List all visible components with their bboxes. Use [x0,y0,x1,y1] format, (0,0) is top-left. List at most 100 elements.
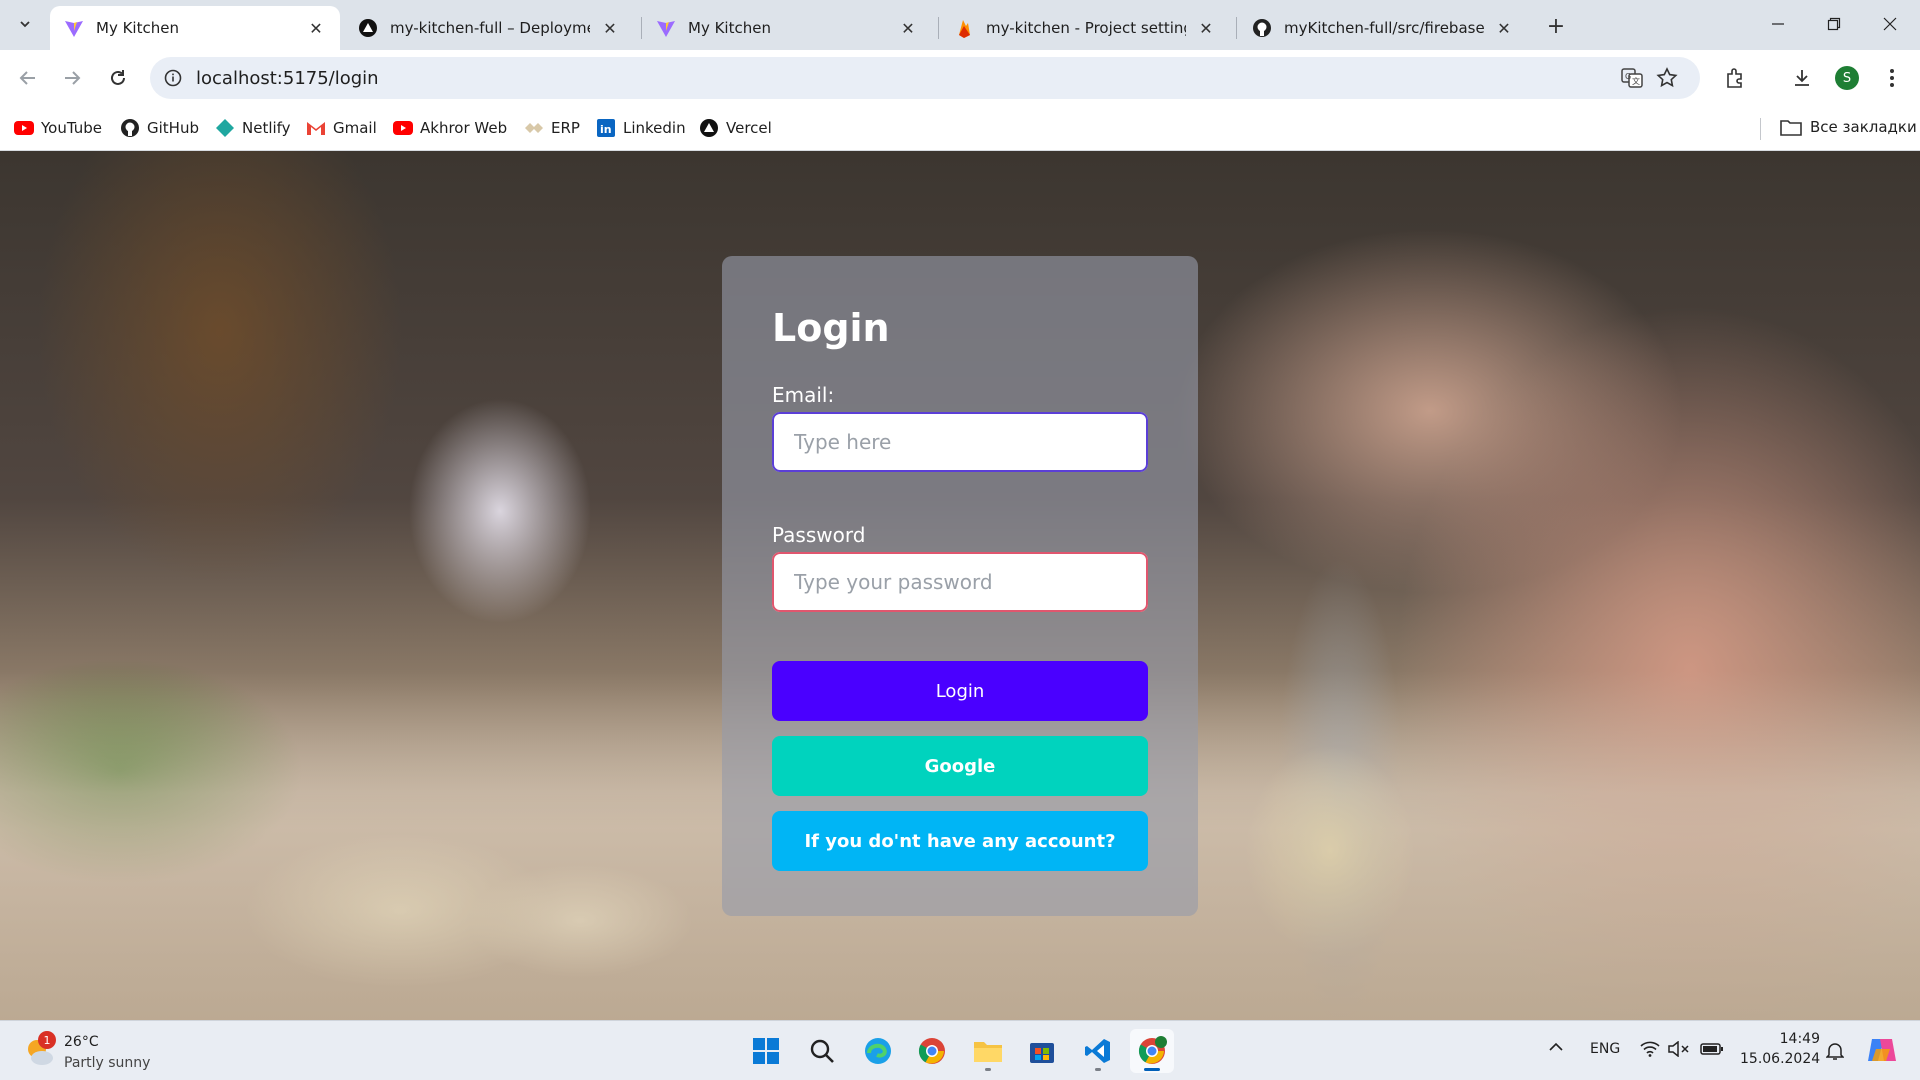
wifi-icon[interactable] [1640,1041,1660,1061]
close-icon[interactable]: ✕ [306,18,326,38]
close-icon[interactable]: ✕ [898,18,918,38]
site-info-icon[interactable] [160,65,186,91]
svg-text:文: 文 [1632,76,1640,86]
tray-overflow-button[interactable] [1548,1041,1564,1057]
bookmark-label: Linkedin [623,119,686,137]
bookmark-label: Akhror Web [420,119,508,137]
browser-toolbar: localhost:5175/login G文 S [0,50,1920,106]
vercel-icon [699,118,719,138]
bookmark-label: GitHub [147,119,199,137]
close-icon[interactable]: ✕ [1196,18,1216,38]
reload-button[interactable] [100,60,136,96]
password-field[interactable] [772,552,1148,612]
tab-vercel-deployment[interactable]: my-kitchen-full – Deployment C ✕ [344,6,634,50]
close-icon [1883,17,1897,31]
bookmark-label: Gmail [333,119,377,137]
weather-badge: 1 [38,1031,56,1049]
star-bookmark-icon[interactable] [1655,66,1679,90]
weather-widget[interactable]: 1 26°C Partly sunny [22,1029,212,1075]
notification-bell-icon[interactable] [1825,1041,1845,1065]
firebase-icon [954,18,974,38]
volume-muted-icon[interactable] [1668,1040,1690,1061]
close-icon[interactable]: ✕ [600,18,620,38]
vite-icon [64,18,84,38]
download-icon[interactable] [1788,64,1816,92]
clock[interactable]: 14:49 15.06.2024 [1740,1029,1820,1069]
close-window-button[interactable] [1862,6,1918,42]
chrome-profile-button[interactable] [1130,1029,1174,1073]
bookmark-linkedin[interactable]: in Linkedin [596,117,686,139]
bookmark-erp[interactable]: ERP [524,117,580,139]
register-link-button[interactable]: If you do'nt have any account? [772,811,1148,871]
url-text[interactable]: localhost:5175/login [196,68,379,89]
tab-firebase-settings[interactable]: my-kitchen - Project settings - ( ✕ [940,6,1230,50]
email-label: Email: [772,383,835,407]
translate-icon[interactable]: G文 [1620,66,1644,90]
chrome-profile-icon [1138,1036,1167,1064]
address-bar[interactable]: localhost:5175/login G文 [150,57,1700,99]
tab-search-button[interactable] [11,10,39,38]
chevron-down-icon [20,21,30,28]
reload-icon [111,70,125,85]
battery-icon[interactable] [1700,1041,1724,1061]
tab-title: myKitchen-full/src/firebase/fire [1284,19,1484,37]
profile-avatar[interactable]: S [1835,66,1859,90]
running-indicator [985,1068,991,1071]
login-button[interactable]: Login [772,661,1148,721]
file-explorer-icon [974,1042,1002,1062]
tab-my-kitchen[interactable]: My Kitchen ✕ [642,6,932,50]
windows-start-button[interactable] [744,1029,788,1073]
linkedin-icon: in [596,118,616,138]
vscode-icon [1085,1039,1110,1063]
login-title: Login [772,306,890,350]
gmail-icon [306,118,326,138]
bookmark-label: YouTube [41,119,102,137]
store-icon [1030,1043,1054,1063]
password-label: Password [772,523,866,547]
bookmarks-divider [1760,118,1761,140]
youtube-icon [14,118,34,138]
google-login-button[interactable]: Google [772,736,1148,796]
bookmark-label: ERP [551,119,580,137]
language-indicator[interactable]: ENG [1590,1041,1620,1057]
tab-title: my-kitchen-full – Deployment C [390,19,590,37]
bookmark-netlify[interactable]: Netlify [215,117,291,139]
running-indicator [1144,1068,1160,1071]
back-button[interactable] [10,60,46,96]
store-button[interactable] [1020,1029,1064,1073]
chrome-button[interactable] [910,1029,954,1073]
taskbar-search-button[interactable] [800,1029,844,1073]
arrow-left-icon [19,71,35,85]
edge-icon [865,1038,891,1064]
minimize-icon [1772,23,1784,25]
email-field[interactable] [772,412,1148,472]
edge-button[interactable] [856,1029,900,1073]
bookmark-github[interactable]: GitHub [120,117,199,139]
vscode-button[interactable] [1076,1029,1120,1073]
bookmark-vercel[interactable]: Vercel [699,117,772,139]
all-bookmarks-button[interactable]: Все закладки [1780,117,1917,137]
copilot-icon[interactable] [1866,1035,1898,1069]
weather-temp: 26°C [64,1034,99,1050]
clock-date: 15.06.2024 [1740,1051,1821,1067]
svg-text:G: G [1625,72,1631,81]
weather-desc: Partly sunny [64,1055,151,1071]
file-explorer-button[interactable] [966,1029,1010,1073]
bookmark-gmail[interactable]: Gmail [306,117,377,139]
restore-button[interactable] [1806,6,1862,42]
tab-my-kitchen-active[interactable]: My Kitchen ✕ [50,6,340,50]
minimize-button[interactable] [1750,6,1806,42]
erp-icon [524,118,544,138]
netlify-icon [215,118,235,138]
tab-github-file[interactable]: myKitchen-full/src/firebase/fire ✕ [1238,6,1528,50]
forward-button[interactable] [54,60,90,96]
close-icon[interactable]: ✕ [1494,18,1514,38]
vite-icon [656,18,676,38]
password-field-wrapper [772,552,1148,612]
extensions-icon[interactable] [1721,64,1749,92]
new-tab-button[interactable]: + [1542,12,1570,40]
bookmark-youtube[interactable]: YouTube [14,117,102,139]
bookmark-akhror-web[interactable]: Akhror Web [393,117,507,139]
clock-time: 14:49 [1779,1031,1820,1047]
menu-kebab-icon[interactable] [1878,64,1906,92]
